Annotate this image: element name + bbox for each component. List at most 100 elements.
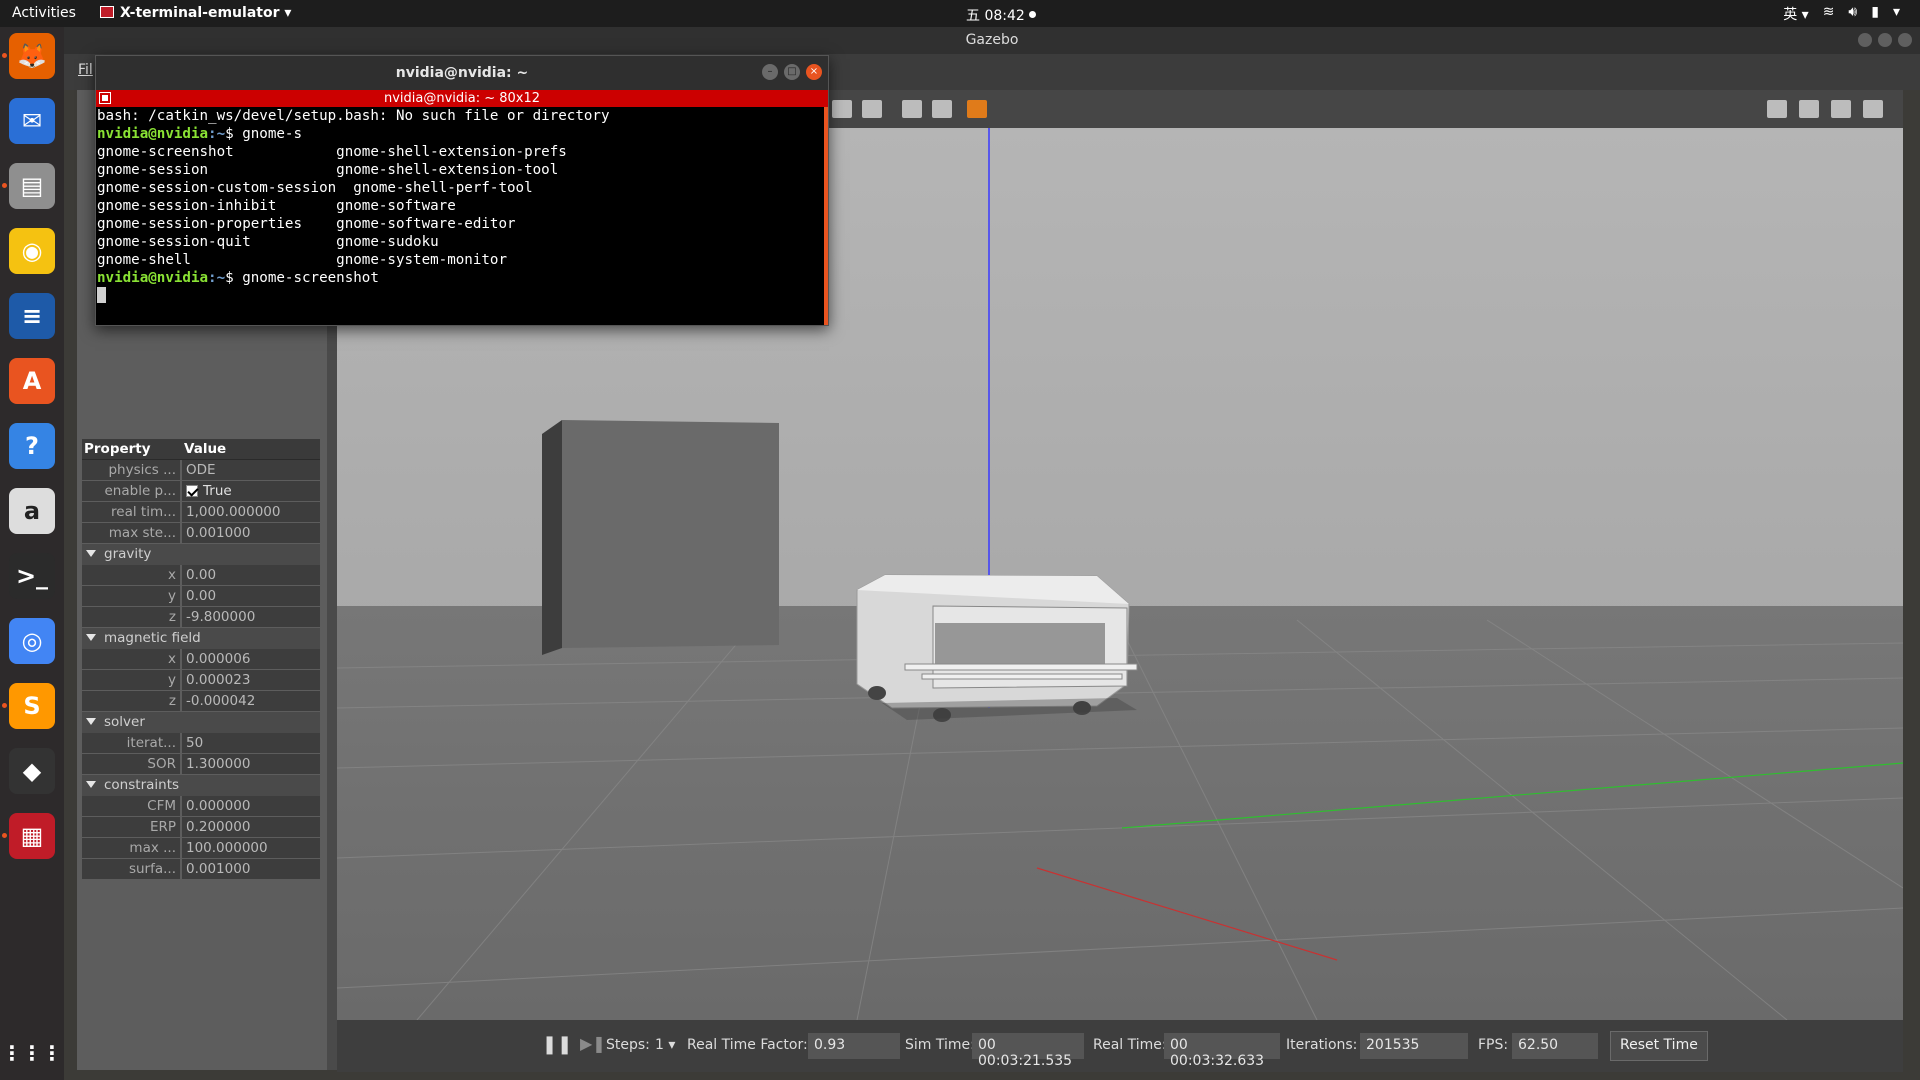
terminal-line: gnome-shell gnome-system-monitor <box>97 252 507 268</box>
property-value[interactable]: -9.800000 <box>182 607 320 627</box>
thunderbird-icon[interactable]: ✉ <box>9 98 55 144</box>
property-value[interactable]: 0.001000 <box>182 523 320 543</box>
prompt-command: $ gnome-s <box>225 126 303 142</box>
expand-triangle-icon[interactable] <box>86 634 96 641</box>
minimize-button[interactable] <box>1858 33 1872 47</box>
property-value[interactable]: 0.00 <box>182 586 320 606</box>
volume-icon[interactable]: 🔊︎ <box>1848 4 1857 24</box>
view-angle-icon[interactable] <box>967 100 987 118</box>
video-record-icon[interactable] <box>1863 100 1883 118</box>
property-value[interactable]: 1.300000 <box>182 754 320 774</box>
steps-value[interactable]: 1 ▾ <box>655 1037 675 1053</box>
paste-icon[interactable] <box>862 100 882 118</box>
property-name: enable p... <box>82 481 180 501</box>
expand-triangle-icon[interactable] <box>86 550 96 557</box>
snap-icon[interactable] <box>932 100 952 118</box>
close-button[interactable] <box>1898 33 1912 47</box>
books-icon[interactable]: ◆ <box>9 748 55 794</box>
prompt-path: :~ <box>208 126 226 142</box>
rtf-label: Real Time Factor: <box>687 1037 808 1053</box>
property-value[interactable]: True <box>182 481 320 501</box>
show-applications-icon[interactable]: ⋮⋮⋮ <box>2 1030 62 1076</box>
terminal-menu-icon[interactable] <box>100 93 110 103</box>
terminal-close-button[interactable]: × <box>806 64 822 80</box>
property-name: y <box>82 586 180 606</box>
property-row: SOR 1.300000 <box>82 754 320 775</box>
property-group[interactable]: gravity <box>82 544 320 565</box>
input-method-indicator[interactable]: 英 ▾ <box>1783 4 1808 24</box>
physics-property-table: Property Value physics ... ODE enable p...… <box>82 439 320 880</box>
firefox-icon[interactable]: 🦊 <box>9 33 55 79</box>
terminal-titlebar[interactable]: nvidia@nvidia: ~ <box>96 56 828 90</box>
property-row: y 0.000023 <box>82 670 320 691</box>
terminal-maximize-button[interactable]: □ <box>784 64 800 80</box>
property-value[interactable]: ODE <box>182 460 320 480</box>
property-name: surfa... <box>82 859 180 879</box>
screenshot-icon[interactable] <box>1767 100 1787 118</box>
expand-triangle-icon[interactable] <box>86 718 96 725</box>
property-value[interactable]: 0.000023 <box>182 670 320 690</box>
clock[interactable]: 五 08:42 <box>966 5 1036 25</box>
enable-physics-checkbox[interactable] <box>186 485 198 497</box>
writer-icon[interactable]: ≡ <box>9 293 55 339</box>
amazon-icon[interactable]: a <box>9 488 55 534</box>
software-icon[interactable]: A <box>9 358 55 404</box>
property-name: physics ... <box>82 460 180 480</box>
property-group[interactable]: solver <box>82 712 320 733</box>
align-icon[interactable] <box>902 100 922 118</box>
property-group[interactable]: magnetic field <box>82 628 320 649</box>
log-icon[interactable] <box>1799 100 1819 118</box>
property-value[interactable]: 0.00 <box>182 565 320 585</box>
property-value[interactable]: 50 <box>182 733 320 753</box>
property-value[interactable]: 100.000000 <box>182 838 320 858</box>
terminal-line: bash: /catkin_ws/devel/setup.bash: No su… <box>97 108 610 124</box>
property-value[interactable]: 0.200000 <box>182 817 320 837</box>
sim-time-value: 00 00:03:21.535 <box>972 1033 1084 1069</box>
help-icon[interactable]: ? <box>9 423 55 469</box>
property-value[interactable]: 0.001000 <box>182 859 320 879</box>
wifi-icon[interactable]: ≋ <box>1823 4 1835 24</box>
property-row: x 0.000006 <box>82 649 320 670</box>
xterm-icon[interactable]: ▦ <box>9 813 55 859</box>
gazebo-window-title: Gazebo <box>965 32 1019 48</box>
chrome-icon[interactable]: ◎ <box>9 618 55 664</box>
box-model[interactable] <box>542 420 779 655</box>
activities-button[interactable]: Activities <box>12 5 76 21</box>
battery-icon[interactable]: ▮ <box>1871 4 1879 24</box>
property-group[interactable]: constraints <box>82 775 320 796</box>
property-value[interactable]: -0.000042 <box>182 691 320 711</box>
property-value[interactable]: 1,000.000000 <box>182 502 320 522</box>
system-menu-arrow-icon[interactable]: ▾ <box>1893 4 1900 24</box>
real-time-value: 00 00:03:32.633 <box>1164 1033 1280 1069</box>
robot-model[interactable] <box>856 574 1138 722</box>
terminal-line: gnome-session-custom-session gnome-shell… <box>97 180 533 196</box>
property-row: z -9.800000 <box>82 607 320 628</box>
real-time-label: Real Time: <box>1093 1037 1167 1053</box>
rhythmbox-icon[interactable]: ◉ <box>9 228 55 274</box>
plot-icon[interactable] <box>1831 100 1851 118</box>
prompt-user: nvidia@nvidia <box>97 270 209 286</box>
app-menu[interactable]: X-terminal-emulator ▾ <box>100 5 291 21</box>
simulation-bar: ❚❚ ▶❚ Steps: 1 ▾ Real Time Factor: 0.93 … <box>337 1020 1903 1072</box>
terminal-output[interactable]: bash: /catkin_ws/devel/setup.bash: No su… <box>96 107 824 325</box>
terminal-minimize-button[interactable]: – <box>762 64 778 80</box>
property-value[interactable]: 0.000000 <box>182 796 320 816</box>
sublime-icon[interactable]: S <box>9 683 55 729</box>
terminal-scrollbar[interactable] <box>824 107 828 325</box>
property-group-label: constraints <box>104 777 180 793</box>
files-icon[interactable]: ▤ <box>9 163 55 209</box>
property-name: x <box>82 649 180 669</box>
step-icon[interactable]: ▶❚ <box>580 1034 606 1053</box>
expand-triangle-icon[interactable] <box>86 781 96 788</box>
property-value[interactable]: 0.000006 <box>182 649 320 669</box>
maximize-button[interactable] <box>1878 33 1892 47</box>
property-row: max ste... 0.001000 <box>82 523 320 544</box>
reset-time-button[interactable]: Reset Time <box>1610 1031 1708 1061</box>
property-name: iterat... <box>82 733 180 753</box>
checkbox-label: True <box>203 483 232 499</box>
terminal-icon[interactable]: >_ <box>9 553 55 599</box>
pause-icon[interactable]: ❚❚ <box>542 1034 572 1055</box>
running-indicator <box>2 183 7 188</box>
menu-file[interactable]: Fil <box>78 62 93 78</box>
copy-icon[interactable] <box>832 100 852 118</box>
